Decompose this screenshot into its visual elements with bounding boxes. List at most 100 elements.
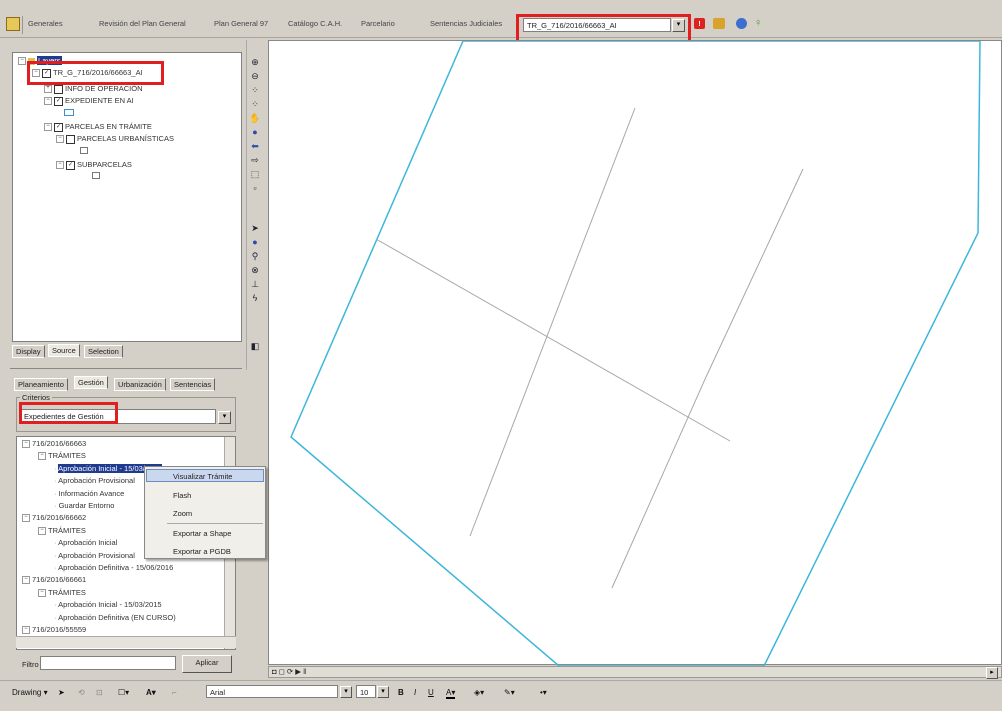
menu-generales[interactable]: Generales xyxy=(28,19,63,28)
go-to-xy-icon[interactable]: ⊗ xyxy=(249,264,261,276)
expand-toggle[interactable]: − xyxy=(38,526,46,535)
layers-icon[interactable] xyxy=(713,18,725,29)
toc-check-parcelas-tramite[interactable]: ✓ xyxy=(54,122,63,132)
select-elements-icon[interactable]: ➤ xyxy=(249,222,261,234)
fixed-zoom-out-icon[interactable]: ⁘ xyxy=(249,98,261,110)
italic-button[interactable]: I xyxy=(414,688,416,697)
drawing-menu[interactable]: Drawing ▾ xyxy=(12,688,48,697)
menu-parcelario[interactable]: Parcelario xyxy=(361,19,395,28)
tree-node[interactable]: · Aprobación Definitiva (EN CURSO) xyxy=(54,613,176,622)
html-popup-icon[interactable]: ◧ xyxy=(249,340,261,352)
menu-flash[interactable]: Flash xyxy=(173,491,191,500)
tree-node[interactable]: −716/2016/66663 xyxy=(22,439,86,449)
expand-toggle[interactable]: − xyxy=(22,576,30,585)
expand-toggle[interactable]: − xyxy=(22,440,30,449)
tree-node[interactable]: · Aprobación Inicial - 15/03/2015 xyxy=(54,600,162,609)
zoom-in-icon[interactable]: ⊕ xyxy=(249,56,261,68)
lightbulb-icon[interactable]: ♀ xyxy=(754,17,763,30)
map-nav-controls[interactable]: ◘ ◻ ⟳ ▶ ‖ xyxy=(272,667,306,676)
font-select[interactable]: Arial xyxy=(206,685,338,698)
tree-node[interactable]: −716/2016/66661 xyxy=(22,575,86,585)
toc-check-info[interactable] xyxy=(54,84,63,94)
tree-node[interactable]: · Aprobación Provisional xyxy=(54,476,135,485)
tab-sentencias[interactable]: Sentencias xyxy=(170,378,216,391)
criteria-dropdown[interactable]: ▾ xyxy=(218,411,231,424)
marker-color-icon[interactable]: •▾ xyxy=(540,688,547,697)
expand-toggle[interactable]: − xyxy=(22,626,30,635)
bold-button[interactable]: B xyxy=(398,688,404,697)
toc-item-label: INFO DE OPERACIÓN xyxy=(65,84,143,93)
grid-icon[interactable] xyxy=(6,17,20,31)
tab-selection[interactable]: Selection xyxy=(84,345,123,358)
info-red-icon[interactable]: ! xyxy=(694,18,705,29)
expand-toggle[interactable]: − xyxy=(22,514,30,523)
tree-hscrollbar[interactable] xyxy=(16,636,236,648)
tab-gestion[interactable]: Gestión xyxy=(74,376,108,389)
toc-item-parcelas-urbanisticas[interactable]: − PARCELAS URBANÍSTICAS xyxy=(56,134,174,144)
select-arrow-icon[interactable]: ➤ xyxy=(58,688,65,697)
select-features-icon[interactable]: ⬚ xyxy=(249,168,261,180)
expand-toggle[interactable]: − xyxy=(38,452,46,461)
tab-display[interactable]: Display xyxy=(12,345,45,358)
full-extent-icon[interactable]: ● xyxy=(249,126,261,138)
menu-zoom[interactable]: Zoom xyxy=(173,509,192,518)
line-color-icon[interactable]: ✎▾ xyxy=(504,688,515,697)
toc-check-subparcelas[interactable]: ✓ xyxy=(66,160,75,170)
tree-node[interactable]: −716/2016/66662 xyxy=(22,513,86,523)
forward-extent-icon[interactable]: ⇨ xyxy=(249,154,261,166)
map-scroll-right[interactable]: ▸ xyxy=(986,667,998,679)
font-color-icon[interactable]: A▾ xyxy=(446,688,456,699)
tree-node[interactable]: · Aprobación Provisional xyxy=(54,551,135,560)
identify-icon[interactable]: ● xyxy=(249,236,261,248)
font-size-dropdown[interactable]: ▾ xyxy=(377,686,389,698)
toc-check-expediente[interactable]: ✓ xyxy=(54,96,63,106)
font-dropdown[interactable]: ▾ xyxy=(340,686,352,698)
tree-node[interactable]: − TRÁMITES xyxy=(38,588,86,597)
zoom-whole-page-icon[interactable]: ⊡ xyxy=(96,688,103,697)
apply-filter-button[interactable]: Aplicar xyxy=(182,655,232,673)
tree-node-label: TRÁMITES xyxy=(48,525,86,535)
menu-plan-general-97[interactable]: Plan General 97 xyxy=(214,19,268,28)
rectangle-icon[interactable]: ☐▾ xyxy=(118,688,129,697)
tree-node[interactable]: · Aprobación Inicial xyxy=(54,538,117,547)
rotate-icon[interactable]: ⟲ xyxy=(78,688,85,697)
tree-node[interactable]: − TRÁMITES xyxy=(38,451,86,461)
tab-urbanizacion[interactable]: Urbanización xyxy=(114,378,166,391)
clear-selection-icon[interactable]: ▫ xyxy=(249,182,261,194)
text-icon[interactable]: A▾ xyxy=(146,688,156,697)
tree-node[interactable]: − TRÁMITES xyxy=(38,526,86,535)
tree-node[interactable]: · Información Avance xyxy=(54,489,124,498)
zoom-out-icon[interactable]: ⊖ xyxy=(249,70,261,82)
menu-catalogo[interactable]: Catálogo C.A.H. xyxy=(288,19,342,28)
edit-vertices-icon[interactable]: ⌐ xyxy=(172,688,177,697)
underline-button[interactable]: U xyxy=(428,688,434,697)
pan-icon[interactable]: ✋ xyxy=(249,112,261,124)
menu-exportar-pgdb[interactable]: Exportar a PGDB xyxy=(173,547,231,556)
font-size-select[interactable]: 10 xyxy=(356,685,376,698)
map-view[interactable] xyxy=(268,40,1002,667)
find-icon[interactable]: ⚲ xyxy=(249,250,261,262)
back-extent-icon[interactable]: ⬅ xyxy=(249,140,261,152)
fill-color-icon[interactable]: ◈▾ xyxy=(474,688,484,697)
filter-input[interactable] xyxy=(40,656,176,670)
measure-icon[interactable]: ⊥ xyxy=(249,278,261,290)
tab-source[interactable]: Source xyxy=(48,344,80,357)
shield-icon[interactable] xyxy=(736,18,747,29)
tree-node[interactable]: · Guardar Entorno xyxy=(54,501,114,510)
map-scrollbar[interactable] xyxy=(268,666,1002,678)
toc-item-subparcelas[interactable]: − ✓ SUBPARCELAS xyxy=(56,160,132,170)
menu-visualizar-tramite[interactable]: Visualizar Trámite xyxy=(173,472,232,481)
toc-item-parcelas-tramite[interactable]: − ✓ PARCELAS EN TRÁMITE xyxy=(44,122,152,132)
menu-revision-plan-general[interactable]: Revisión del Plan General xyxy=(99,19,186,28)
tab-planeamiento[interactable]: Planeamiento xyxy=(14,378,68,391)
expand-toggle[interactable]: − xyxy=(38,588,46,597)
menu-exportar-shape[interactable]: Exportar a Shape xyxy=(173,529,231,538)
toc-item-expediente[interactable]: − ✓ EXPEDIENTE EN AI xyxy=(44,96,134,106)
menu-sentencias-judiciales[interactable]: Sentencias Judiciales xyxy=(430,19,502,28)
tree-node[interactable]: −716/2016/55559 xyxy=(22,625,86,635)
hyperlink-icon[interactable]: ϟ xyxy=(249,292,261,304)
fixed-zoom-in-icon[interactable]: ⁘ xyxy=(249,84,261,96)
tree-node[interactable]: · Aprobación Definitiva - 15/06/2016 xyxy=(54,563,173,572)
toc-item-info[interactable]: + INFO DE OPERACIÓN xyxy=(44,84,143,94)
toc-check-parcelas-urbanisticas[interactable] xyxy=(66,134,75,144)
